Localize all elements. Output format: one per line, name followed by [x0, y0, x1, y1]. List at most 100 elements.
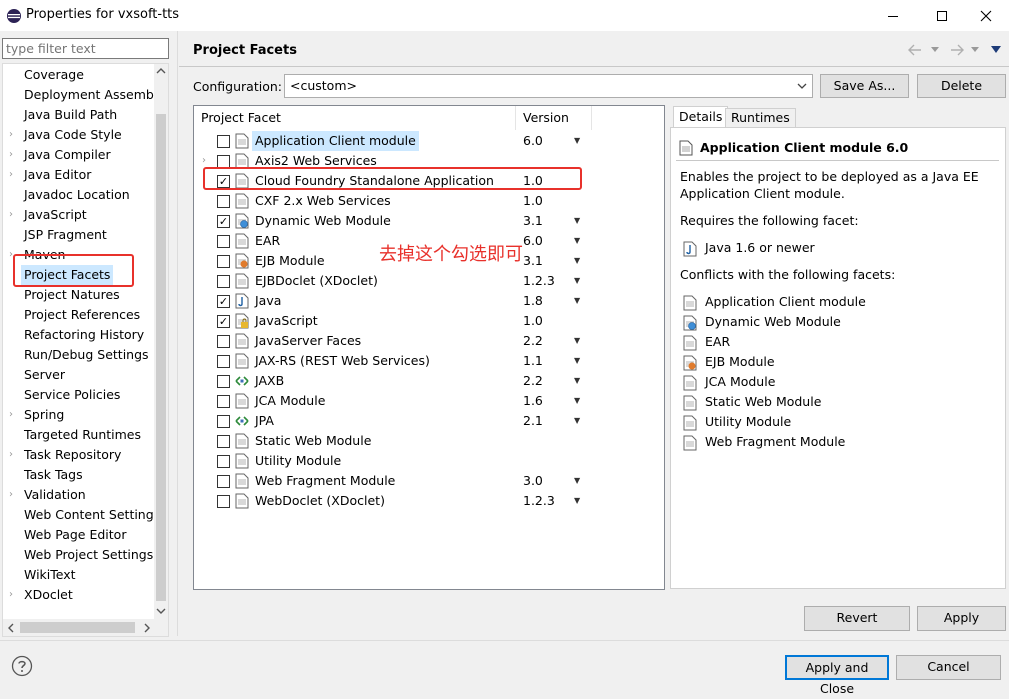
configuration-select[interactable]: <custom> — [284, 74, 813, 98]
facet-version[interactable]: 1.1 — [523, 351, 543, 371]
tree-item[interactable]: › Java Compiler — [3, 145, 153, 165]
tree-item[interactable]: Java Build Path — [3, 105, 153, 125]
facet-version[interactable]: 2.2 — [523, 331, 543, 351]
table-row[interactable]: CXF 2.x Web Services 1.0 — [194, 191, 664, 211]
facet-version[interactable]: 1.2.3 — [523, 271, 555, 291]
tree-item[interactable]: › Java Code Style — [3, 125, 153, 145]
facet-checkbox[interactable] — [217, 455, 230, 468]
version-dropdown-icon[interactable]: ▼ — [574, 471, 580, 491]
facet-version[interactable]: 6.0 — [523, 231, 543, 251]
facet-checkbox[interactable] — [217, 415, 230, 428]
version-dropdown-icon[interactable]: ▼ — [574, 211, 580, 231]
tree-item[interactable]: Web Project Settings — [3, 545, 153, 565]
facet-version[interactable]: 2.2 — [523, 371, 543, 391]
chevron-right-icon[interactable]: › — [9, 165, 13, 185]
table-row[interactable]: JPA 2.1 ▼ — [194, 411, 664, 431]
facet-checkbox[interactable] — [217, 495, 230, 508]
facet-version[interactable]: 3.1 — [523, 211, 543, 231]
apply-and-close-button[interactable]: Apply and Close — [785, 655, 889, 696]
view-menu-icon[interactable] — [991, 46, 1001, 54]
tree-item[interactable]: › Validation — [3, 485, 153, 505]
chevron-right-icon[interactable]: › — [9, 405, 13, 425]
tree-vertical-scrollbar[interactable] — [154, 64, 168, 619]
save-as-button[interactable]: Save As... — [820, 74, 909, 98]
tree-item[interactable]: Task Tags — [3, 465, 153, 485]
tree-hscroll-thumb[interactable] — [20, 622, 135, 633]
table-row[interactable]: Web Fragment Module 3.0 ▼ — [194, 471, 664, 491]
facet-checkbox[interactable] — [217, 235, 230, 248]
delete-button[interactable]: Delete — [917, 74, 1006, 98]
facet-checkbox[interactable] — [217, 375, 230, 388]
chevron-right-icon[interactable]: › — [9, 125, 13, 145]
tree-item[interactable]: Targeted Runtimes — [3, 425, 153, 445]
cancel-button[interactable]: Cancel — [896, 655, 1001, 680]
tree-item[interactable]: Run/Debug Settings — [3, 345, 153, 365]
minimize-button[interactable] — [870, 0, 916, 31]
tree-scroll-thumb[interactable] — [156, 114, 166, 601]
facet-version[interactable]: 1.8 — [523, 291, 543, 311]
maximize-button[interactable] — [919, 0, 965, 31]
table-row[interactable]: JAX-RS (REST Web Services) 1.1 ▼ — [194, 351, 664, 371]
facet-version[interactable]: 6.0 — [523, 131, 543, 151]
facet-checkbox[interactable] — [217, 355, 230, 368]
tree-horizontal-scrollbar[interactable] — [3, 619, 168, 636]
column-header-facet[interactable]: Project Facet — [194, 106, 516, 130]
facet-checkbox[interactable] — [217, 275, 230, 288]
forward-menu-chevron-icon[interactable] — [971, 47, 979, 53]
version-dropdown-icon[interactable]: ▼ — [574, 371, 580, 391]
tree-item[interactable]: › Java Editor — [3, 165, 153, 185]
version-dropdown-icon[interactable]: ▼ — [574, 391, 580, 411]
table-row[interactable]: JavaServer Faces 2.2 ▼ — [194, 331, 664, 351]
facet-checkbox[interactable]: ✓ — [217, 315, 230, 328]
version-dropdown-icon[interactable]: ▼ — [574, 251, 580, 271]
tree-item[interactable]: JSP Fragment — [3, 225, 153, 245]
tree-item[interactable]: Project Natures — [3, 285, 153, 305]
table-row[interactable]: Application Client module 6.0 ▼ — [194, 131, 664, 151]
facet-version[interactable]: 1.2.3 — [523, 491, 555, 511]
version-dropdown-icon[interactable]: ▼ — [574, 351, 580, 371]
tree-item[interactable]: Refactoring History — [3, 325, 153, 345]
version-dropdown-icon[interactable]: ▼ — [574, 291, 580, 311]
sash-divider[interactable] — [177, 31, 178, 636]
tab-details[interactable]: Details — [673, 106, 729, 128]
table-row[interactable]: Static Web Module — [194, 431, 664, 451]
scroll-left-icon[interactable] — [7, 623, 15, 633]
table-row[interactable]: ✓ JavaScript 1.0 — [194, 311, 664, 331]
tree-item[interactable]: Web Content Settings — [3, 505, 160, 525]
version-dropdown-icon[interactable]: ▼ — [574, 231, 580, 251]
tree-item[interactable]: › Task Repository — [3, 445, 153, 465]
tree-item[interactable]: Coverage — [3, 65, 153, 85]
facet-version[interactable]: 2.1 — [523, 411, 543, 431]
facet-checkbox[interactable] — [217, 335, 230, 348]
facet-checkbox[interactable] — [217, 395, 230, 408]
back-menu-chevron-icon[interactable] — [931, 47, 939, 53]
property-pages-tree[interactable]: Coverage Deployment Assembly Java Build Pa… — [2, 63, 169, 637]
forward-arrow-icon[interactable] — [949, 43, 965, 57]
table-row[interactable]: ✓ Java 1.8 ▼ — [194, 291, 664, 311]
tree-item[interactable]: Deployment Assembly — [3, 85, 165, 105]
scroll-up-icon[interactable] — [156, 67, 166, 75]
table-row[interactable]: JAXB 2.2 ▼ — [194, 371, 664, 391]
tree-item[interactable]: WikiText — [3, 565, 153, 585]
scroll-right-icon[interactable] — [143, 623, 151, 633]
version-dropdown-icon[interactable]: ▼ — [574, 331, 580, 351]
tree-item[interactable]: › JavaScript — [3, 205, 153, 225]
revert-button[interactable]: Revert — [804, 606, 910, 631]
chevron-right-icon[interactable]: › — [9, 145, 13, 165]
facet-version[interactable]: 3.1 — [523, 251, 543, 271]
facet-checkbox[interactable] — [217, 135, 230, 148]
table-row[interactable]: EJBDoclet (XDoclet) 1.2.3 ▼ — [194, 271, 664, 291]
chevron-right-icon[interactable]: › — [9, 445, 13, 465]
close-button[interactable] — [963, 0, 1009, 31]
version-dropdown-icon[interactable]: ▼ — [574, 271, 580, 291]
help-icon[interactable] — [11, 655, 33, 677]
tree-item[interactable]: Web Page Editor — [3, 525, 153, 545]
apply-button[interactable]: Apply — [917, 606, 1006, 631]
table-row[interactable]: Utility Module — [194, 451, 664, 471]
tree-item[interactable]: Project References — [3, 305, 153, 325]
tree-item[interactable]: Javadoc Location — [3, 185, 153, 205]
facet-checkbox[interactable]: ✓ — [217, 215, 230, 228]
facet-checkbox[interactable]: ✓ — [217, 295, 230, 308]
tree-item[interactable]: › XDoclet — [3, 585, 153, 605]
chevron-down-icon[interactable] — [797, 83, 807, 90]
